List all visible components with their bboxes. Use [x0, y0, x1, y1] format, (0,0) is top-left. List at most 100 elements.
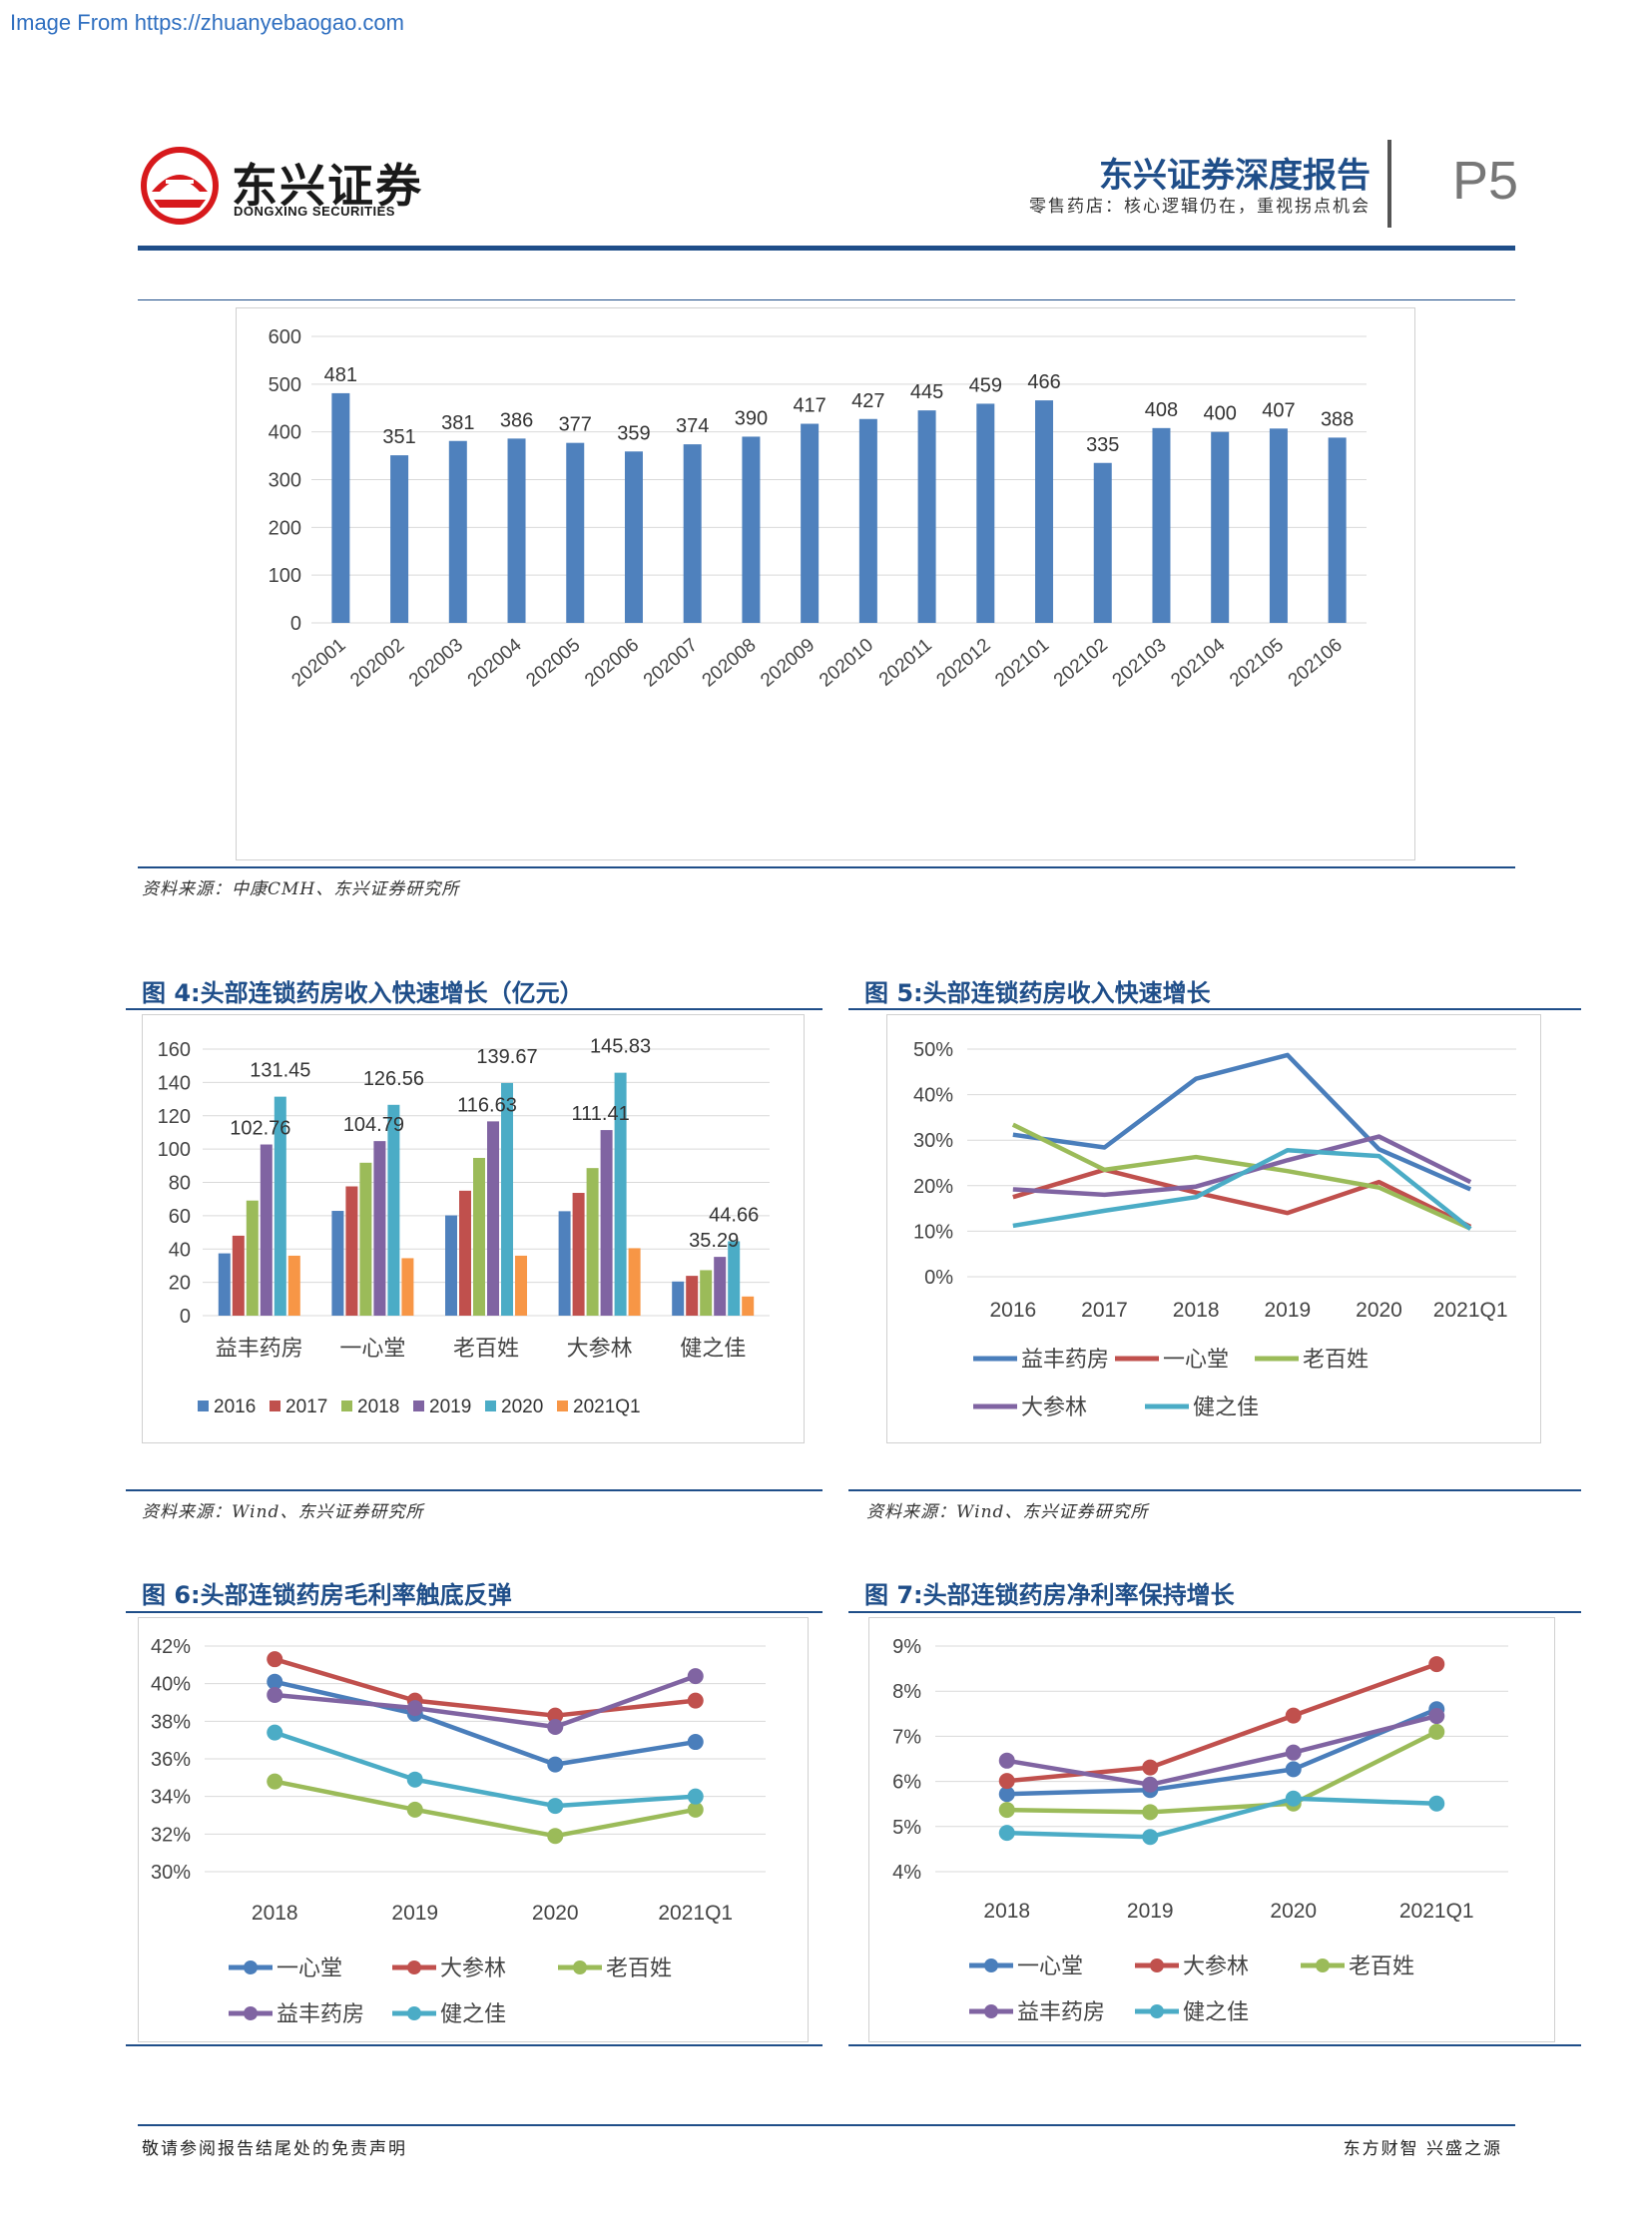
- fig3-x-tick-label: 202002: [346, 635, 408, 692]
- fig7-title: 图 7:头部连锁药房净利率保持增长: [864, 1581, 1235, 1609]
- fig4-bar: [572, 1193, 585, 1316]
- fig3-data-label: 388: [1321, 408, 1354, 430]
- fig4-x-tick-label: 益丰药房: [216, 1337, 303, 1362]
- fig3-bar: [1211, 431, 1230, 623]
- fig4-source: 资料来源：Wind、东兴证券研究所: [142, 1502, 424, 1522]
- fig4-legend-label: 2018: [357, 1397, 399, 1417]
- fig3-data-label: 417: [793, 395, 826, 417]
- fig5-series-line: [1012, 1052, 1472, 1192]
- fig3-x-tick-label: 202006: [581, 635, 643, 692]
- fig6-x-tick-label: 2021Q1: [658, 1902, 733, 1925]
- fig4-bar: [445, 1215, 457, 1316]
- fig4-bar: [558, 1211, 571, 1316]
- fig5-x-tick-label: 2019: [1264, 1299, 1311, 1322]
- fig3-top-rule: [138, 299, 1515, 300]
- fig3-x-tick-label: 202009: [757, 635, 819, 692]
- footer-disclaimer: 敬请参阅报告结尾处的免责声明: [142, 2139, 407, 2159]
- fig3-x-tick-label: 202104: [1167, 634, 1229, 691]
- fig6-frame: 30% 32% 34% 36% 38% 40% 42% 2018 2019 2020 2021Q1 一…: [138, 1617, 809, 2042]
- fig3-y-tick-label: 200: [269, 517, 301, 539]
- fig6-x-tick-label: 2020: [532, 1902, 579, 1925]
- fig3-bar: [1035, 400, 1054, 623]
- fig3-data-label: 445: [910, 381, 943, 403]
- fig4-legend-swatch: [341, 1400, 352, 1411]
- fig6-data-point: [687, 1692, 704, 1709]
- fig6-x-tick-label: 2018: [252, 1902, 298, 1925]
- fig6-legend-marker: [244, 1960, 258, 1974]
- fig3-y-tick-label: 100: [269, 565, 301, 587]
- fig5-y-tick-label: 40%: [913, 1085, 953, 1107]
- fig5-x-tick-label: 2017: [1081, 1299, 1128, 1322]
- fig3-x-tick-label: 202012: [932, 635, 994, 692]
- fig3-bar: [801, 423, 820, 623]
- fig3-x-tick-label: 202008: [699, 635, 761, 692]
- fig3-data-label: 459: [969, 374, 1002, 396]
- fig5-legend-label: 益丰药房: [1021, 1348, 1109, 1373]
- fig3-bar: [976, 403, 995, 623]
- fig6-legend-marker: [407, 2006, 421, 2020]
- fig4-data-label: 111.41: [571, 1103, 629, 1125]
- fig4-bar: [700, 1270, 713, 1316]
- fig3-data-label: 351: [382, 426, 415, 448]
- fig7-frame: 4% 5% 6% 7% 8% 9% 2018 2019 2020 2021Q1 一心堂 大参林 老百姓益…: [868, 1617, 1555, 2042]
- header-divider: [1387, 140, 1391, 228]
- fig7-y-tick-label: 9%: [892, 1636, 921, 1658]
- fig5-bottom-rule: [848, 1489, 1581, 1491]
- fig4-data-label: 131.45: [250, 1060, 310, 1082]
- fig5-y-tick-label: 0%: [924, 1267, 953, 1289]
- fig7-data-point: [1428, 1656, 1445, 1673]
- fig6-data-point: [547, 1828, 564, 1845]
- fig3-bar: [331, 392, 350, 623]
- fig6-data-point: [267, 1773, 283, 1790]
- fig4-y-tick-label: 20: [169, 1273, 191, 1295]
- fig4-legend-swatch: [270, 1400, 280, 1411]
- fig3-bar: [566, 442, 585, 623]
- fig4-y-tick-label: 120: [158, 1106, 191, 1128]
- fig3-x-tick-label: 202005: [522, 635, 584, 692]
- fig6-legend-label: 健之佳: [440, 2002, 506, 2027]
- fig3-bar: [448, 440, 467, 623]
- fig4-bar: [515, 1255, 527, 1316]
- fig7-y-tick-label: 6%: [892, 1772, 921, 1794]
- fig6-top-rule: [126, 1611, 823, 1613]
- fig7-data-point: [1428, 1723, 1445, 1740]
- fig4-data-label: 35.29: [689, 1230, 739, 1252]
- fig5-x-tick-label: 2018: [1173, 1299, 1220, 1322]
- fig7-y-tick-label: 8%: [892, 1681, 921, 1703]
- fig5-y-tick-label: 10%: [913, 1221, 953, 1243]
- fig7-bottom-rule: [848, 2044, 1581, 2046]
- fig7-data-point: [1142, 1776, 1159, 1793]
- fig4-legend-label: 2017: [285, 1397, 327, 1417]
- fig6-data-point: [406, 1801, 423, 1818]
- footer-slogan: 东方财智 兴盛之源: [1343, 2139, 1502, 2159]
- fig4-bar: [331, 1211, 344, 1316]
- fig3-bar: [858, 418, 877, 623]
- fig3-x-tick-label: 202003: [405, 635, 467, 692]
- fig5-x-tick-label: 2020: [1356, 1299, 1402, 1322]
- fig7-data-point: [1142, 1829, 1159, 1846]
- fig6-y-tick-label: 32%: [151, 1824, 191, 1846]
- watermark-text: Image From https://zhuanyebaogao.com: [10, 10, 404, 35]
- fig6-y-tick-label: 42%: [151, 1636, 191, 1658]
- fig5-source: 资料来源：Wind、东兴证券研究所: [866, 1502, 1149, 1522]
- fig3-y-tick-label: 400: [269, 422, 301, 444]
- fig4-bar: [728, 1241, 741, 1316]
- page-number: P5: [1452, 151, 1519, 211]
- fig6-data-point: [267, 1651, 283, 1668]
- fig4-x-tick-label: 一心堂: [339, 1337, 405, 1362]
- fig4-data-label: 126.56: [363, 1068, 424, 1090]
- fig4-data-label: 104.79: [343, 1114, 404, 1136]
- fig6-y-tick-label: 38%: [151, 1711, 191, 1733]
- fig5-y-tick-label: 30%: [913, 1130, 953, 1152]
- fig3-x-tick-label: 202004: [464, 634, 526, 691]
- fig5-x-tick-label: 2016: [989, 1299, 1036, 1322]
- fig4-legend-swatch: [413, 1400, 424, 1411]
- fig6-data-point: [687, 1668, 704, 1685]
- fig4-bottom-rule: [126, 1489, 823, 1491]
- fig4-frame: 0 20 40 60 80 100 120 140 160 益丰药房 一心堂 老百姓 大参林 健之佳 102…: [142, 1014, 805, 1443]
- fig4-data-label: 44.66: [709, 1204, 759, 1226]
- fig6-series-line: [274, 1657, 696, 1718]
- fig7-series-line: [1006, 1796, 1437, 1840]
- fig5-legend-label: 健之佳: [1193, 1396, 1259, 1420]
- fig6-legend-marker: [244, 2006, 258, 2020]
